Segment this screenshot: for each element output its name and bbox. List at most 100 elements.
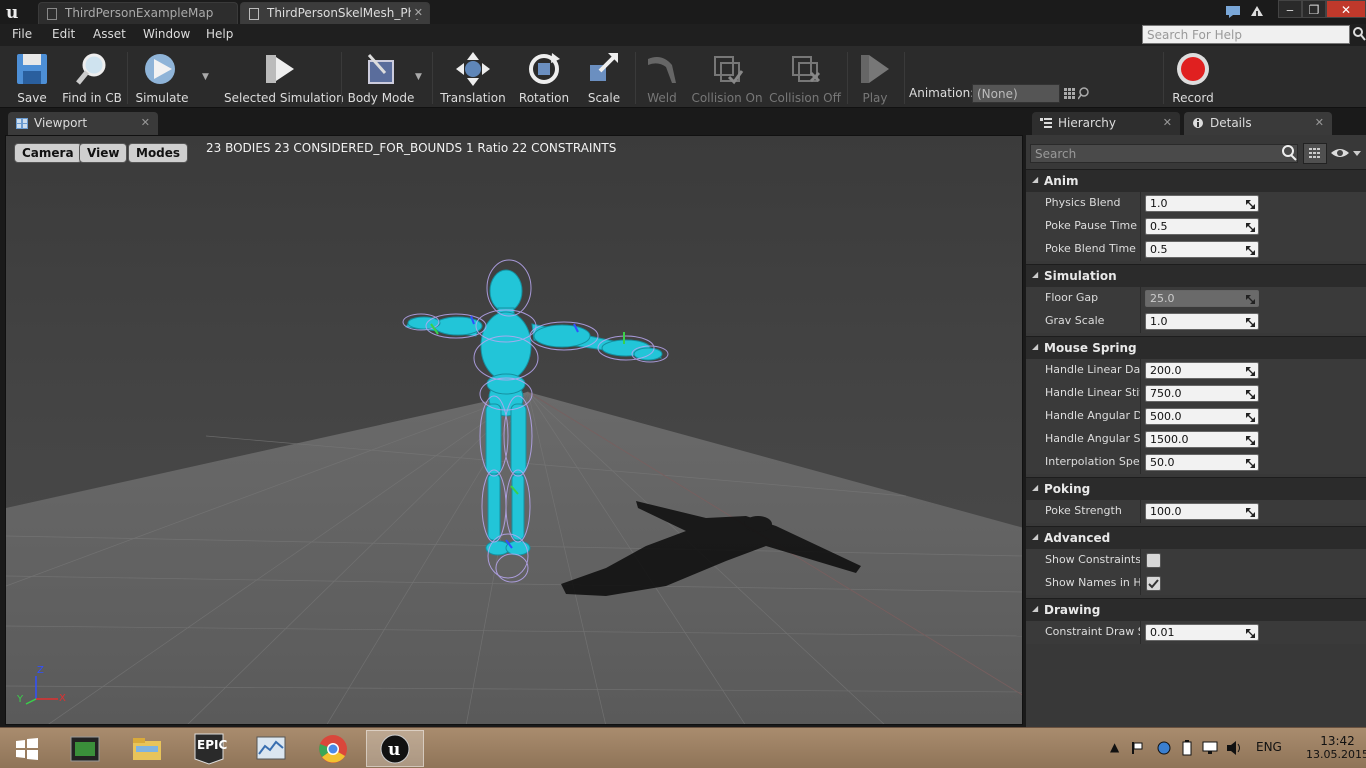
- menu-help[interactable]: Help: [206, 27, 233, 41]
- section-header-drawing[interactable]: ◢ Drawing: [1026, 598, 1366, 621]
- spin-drag-arrow-icon[interactable]: [1246, 458, 1255, 468]
- spin-drag-arrow-icon[interactable]: [1246, 389, 1255, 399]
- collapse-caret-icon[interactable]: ◢: [1032, 604, 1038, 613]
- collision-on-button[interactable]: Collision On: [690, 49, 764, 107]
- close-tab-icon[interactable]: ✕: [141, 116, 150, 129]
- feedback-icon[interactable]: [1224, 3, 1242, 19]
- column-splitter[interactable]: [1140, 500, 1141, 523]
- network-wired-icon[interactable]: [1202, 740, 1218, 756]
- save-button[interactable]: Save: [8, 49, 56, 107]
- spin-drag-arrow-icon[interactable]: [1246, 366, 1255, 376]
- taskbar-nvidia-app[interactable]: [56, 730, 114, 767]
- column-splitter[interactable]: [1140, 238, 1141, 261]
- column-splitter[interactable]: [1140, 310, 1141, 333]
- spin-drag-arrow-icon[interactable]: [1246, 294, 1255, 304]
- property-value-input[interactable]: 0.5: [1145, 218, 1259, 235]
- grid-browse-icon[interactable]: [1064, 88, 1076, 100]
- property-checkbox[interactable]: [1146, 553, 1161, 568]
- help-search-input[interactable]: Search For Help: [1142, 25, 1350, 44]
- search-icon[interactable]: [1352, 26, 1366, 42]
- close-window-button[interactable]: ✕: [1326, 0, 1366, 18]
- simulate-options-chevron-down-icon[interactable]: ▼: [202, 72, 209, 82]
- maximize-button[interactable]: ❐: [1302, 0, 1326, 18]
- tab-hierarchy[interactable]: Hierarchy ✕: [1032, 112, 1180, 135]
- spin-drag-arrow-icon[interactable]: [1246, 435, 1255, 445]
- viewport-3d[interactable]: Z X Y Camera View Modes 23 BODIES 23 CON…: [5, 135, 1023, 725]
- input-language-indicator[interactable]: ENG: [1256, 740, 1282, 754]
- close-tab-icon[interactable]: ✕: [1163, 116, 1172, 129]
- taskbar-chrome[interactable]: [304, 730, 362, 767]
- property-value-input[interactable]: 0.5: [1145, 241, 1259, 258]
- menu-asset[interactable]: Asset: [93, 27, 126, 41]
- menu-file[interactable]: File: [12, 27, 32, 41]
- animation-asset-field[interactable]: (None): [972, 84, 1060, 103]
- source-control-icon[interactable]: [1248, 3, 1266, 19]
- play-button[interactable]: Play: [852, 49, 898, 107]
- column-splitter[interactable]: [1140, 287, 1141, 310]
- view-options-eye-icon[interactable]: [1330, 145, 1362, 161]
- camera-button[interactable]: Camera: [14, 143, 82, 163]
- column-splitter[interactable]: [1140, 405, 1141, 428]
- spin-drag-arrow-icon[interactable]: [1246, 412, 1255, 422]
- property-value-input[interactable]: 500.0: [1145, 408, 1259, 425]
- minimize-button[interactable]: ‒: [1278, 0, 1302, 18]
- column-splitter[interactable]: [1140, 451, 1141, 474]
- section-header-advanced[interactable]: ◢ Advanced: [1026, 526, 1366, 549]
- collision-off-button[interactable]: Collision Off: [768, 49, 842, 107]
- unreal-logo-icon[interactable]: u: [4, 2, 28, 23]
- network-share-icon[interactable]: [1156, 740, 1172, 756]
- collapse-caret-icon[interactable]: ◢: [1032, 342, 1038, 351]
- find-asset-search-icon[interactable]: [1078, 87, 1090, 100]
- taskbar-unreal-editor[interactable]: u: [366, 730, 424, 767]
- show-hidden-icons-chevron-up-icon[interactable]: ▲: [1110, 740, 1119, 754]
- search-icon[interactable]: [1281, 144, 1297, 162]
- menu-window[interactable]: Window: [143, 27, 190, 41]
- column-splitter[interactable]: [1140, 572, 1141, 595]
- close-tab-icon[interactable]: ✕: [410, 6, 423, 19]
- collapse-caret-icon[interactable]: ◢: [1032, 532, 1038, 541]
- spin-drag-arrow-icon[interactable]: [1246, 317, 1255, 327]
- tab-viewport[interactable]: Viewport ✕: [8, 112, 158, 135]
- start-button[interactable]: [0, 730, 54, 767]
- spin-drag-arrow-icon[interactable]: [1246, 628, 1255, 638]
- column-splitter[interactable]: [1140, 192, 1141, 215]
- volume-speaker-icon[interactable]: [1226, 740, 1242, 756]
- property-value-input[interactable]: 100.0: [1145, 503, 1259, 520]
- taskbar-epic-launcher[interactable]: EPIC: [180, 730, 238, 767]
- battery-icon[interactable]: [1180, 740, 1194, 756]
- column-splitter[interactable]: [1140, 215, 1141, 238]
- close-tab-icon[interactable]: ✕: [1315, 116, 1324, 129]
- body-mode-button[interactable]: Body Mode: [347, 49, 415, 107]
- property-value-input[interactable]: 50.0: [1145, 454, 1259, 471]
- column-splitter[interactable]: [1140, 549, 1141, 572]
- section-header-poking[interactable]: ◢ Poking: [1026, 477, 1366, 500]
- modes-button[interactable]: Modes: [128, 143, 189, 163]
- action-center-flag-icon[interactable]: [1130, 741, 1144, 755]
- column-splitter[interactable]: [1140, 428, 1141, 451]
- taskbar-file-explorer[interactable]: [118, 730, 176, 767]
- property-value-input[interactable]: 1.0: [1145, 313, 1259, 330]
- body-mode-chevron-down-icon[interactable]: ▼: [415, 72, 422, 82]
- property-matrix-icon[interactable]: [1303, 143, 1327, 164]
- tab-physics-asset[interactable]: ThirdPersonSkelMesh_Phy ✕: [240, 2, 430, 24]
- view-button[interactable]: View: [79, 143, 128, 163]
- column-splitter[interactable]: [1140, 382, 1141, 405]
- collapse-caret-icon[interactable]: ◢: [1032, 175, 1038, 184]
- property-value-input[interactable]: 1500.0: [1145, 431, 1259, 448]
- spin-drag-arrow-icon[interactable]: [1246, 199, 1255, 209]
- property-value-input[interactable]: 200.0: [1145, 362, 1259, 379]
- tab-details[interactable]: Details ✕: [1184, 112, 1332, 135]
- property-checkbox[interactable]: [1146, 576, 1161, 591]
- property-value-input[interactable]: 25.0: [1145, 290, 1259, 307]
- property-value-input[interactable]: 1.0: [1145, 195, 1259, 212]
- collapse-caret-icon[interactable]: ◢: [1032, 270, 1038, 279]
- translation-button[interactable]: Translation: [438, 49, 508, 107]
- weld-button[interactable]: Weld: [640, 49, 684, 107]
- selected-simulation-button[interactable]: Selected Simulation: [224, 49, 344, 107]
- property-value-input[interactable]: 750.0: [1145, 385, 1259, 402]
- rotation-button[interactable]: Rotation: [516, 49, 572, 107]
- property-value-input[interactable]: 0.01: [1145, 624, 1259, 641]
- section-header-anim[interactable]: ◢ Anim: [1026, 169, 1366, 192]
- record-button[interactable]: Record: [1168, 49, 1218, 107]
- column-splitter[interactable]: [1140, 621, 1141, 644]
